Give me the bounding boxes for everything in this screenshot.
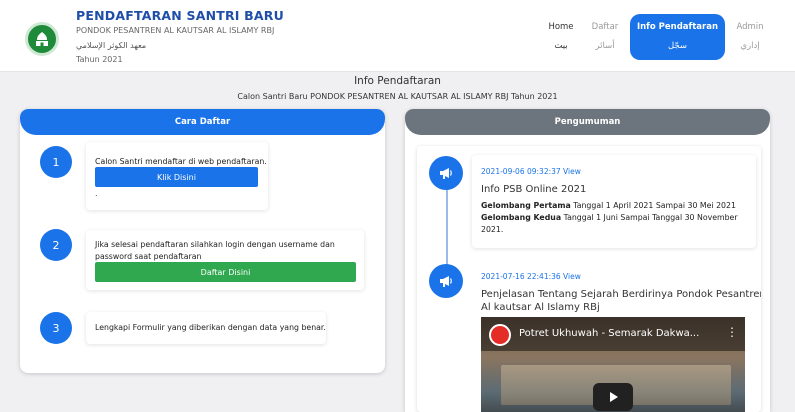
klik-disini-button[interactable]: Klik Disini xyxy=(95,167,258,187)
announcement-item: 2021-09-06 09:32:37 View Info PSB Online… xyxy=(472,155,756,248)
nav-home-arabic: بيت xyxy=(554,41,568,51)
nav-daftar-label: Daftar xyxy=(591,22,619,32)
site-year: Tahun 2021 xyxy=(76,55,123,64)
nav-info-pendaftaran[interactable]: Info Pendaftaran سجّل xyxy=(630,14,725,60)
announcement-1-line2-bold: Gelombang Kedua xyxy=(481,213,562,222)
announcement-2-title-line1: Penjelasan Tentang Sejarah Berdirinya Po… xyxy=(481,289,761,300)
announcement-1-line1-bold: Gelombang Pertama xyxy=(481,201,571,210)
announcement-timeline: 2021-09-06 09:32:37 View Info PSB Online… xyxy=(417,146,761,412)
site-header: PENDAFTARAN SANTRI BARU PONDOK PESANTREN… xyxy=(0,0,795,72)
site-title[interactable]: PENDAFTARAN SANTRI BARU xyxy=(76,8,284,23)
step-1-badge: 1 xyxy=(40,146,72,178)
video-title[interactable]: Potret Ukhuwah - Semarak Dakwa... xyxy=(519,328,699,339)
announcement-1-line2: Gelombang Kedua Tanggal 1 Juni Sampai Ta… xyxy=(481,212,738,224)
announcement-1-line1-rest: Tanggal 1 April 2021 Sampai 30 Mei 2021 xyxy=(570,201,736,210)
channel-logo-icon[interactable] xyxy=(489,324,511,346)
play-icon[interactable] xyxy=(593,383,633,411)
announcement-2-meta[interactable]: 2021-07-16 22:41:36 View xyxy=(481,272,581,281)
youtube-video-embed[interactable]: Potret Ukhuwah - Semarak Dakwa... ⋮ xyxy=(481,317,745,412)
step-2-text-line1: Jika selesai pendaftaran silahkan login … xyxy=(95,240,335,249)
page-title: Info Pendaftaran xyxy=(354,75,441,87)
cara-daftar-header: Cara Daftar xyxy=(20,109,385,135)
step-2-badge: 2 xyxy=(40,229,72,261)
nav-info-arabic: سجّل xyxy=(667,41,688,51)
mosque-logo-icon[interactable] xyxy=(25,22,59,56)
pengumuman-header: Pengumuman xyxy=(405,109,770,135)
step-3-badge: 3 xyxy=(40,312,72,344)
site-arabic-name: معهد الكوثر الإسلامي xyxy=(76,41,147,50)
nav-admin-arabic: إداري xyxy=(740,41,760,51)
page-subtitle: Calon Santri Baru PONDOK PESANTREN AL KA… xyxy=(237,92,558,101)
nav-daftar-arabic: أسائر xyxy=(595,41,615,51)
announcement-1-title: Info PSB Online 2021 xyxy=(481,184,587,195)
announcement-1-line2-rest: Tanggal 1 Juni Sampai Tanggal 30 Novembe… xyxy=(561,213,738,222)
daftar-disini-button[interactable]: Daftar Disini xyxy=(95,262,356,282)
announcement-1-meta[interactable]: 2021-09-06 09:32:37 View xyxy=(481,167,581,176)
announcement-1-line3: 2021. xyxy=(481,225,504,234)
nav-admin[interactable]: Admin إداري xyxy=(730,14,770,60)
megaphone-icon xyxy=(429,264,463,298)
step-3-text: Lengkapi Formulir yang diberikan dengan … xyxy=(95,323,326,332)
site-subtitle: PONDOK PESANTREN AL KAUTSAR AL ISLAMY RB… xyxy=(76,26,275,35)
announcement-1-line1: Gelombang Pertama Tanggal 1 April 2021 S… xyxy=(481,200,736,212)
nav-home[interactable]: Home بيت xyxy=(541,14,581,60)
nav-home-label: Home xyxy=(548,22,574,32)
megaphone-icon xyxy=(429,156,463,190)
nav-info-label: Info Pendaftaran xyxy=(636,22,719,32)
announcement-2-title-line2: Al kautsar Al Islamy RBj xyxy=(481,302,600,313)
announcement-item: 2021-07-16 22:41:36 View Penjelasan Tent… xyxy=(472,261,761,412)
cara-daftar-card: Cara Daftar 1 Calon Santri mendaftar di … xyxy=(20,109,385,373)
step-1-dot: . xyxy=(95,189,98,198)
nav-admin-label: Admin xyxy=(736,22,764,32)
step-1-text: Calon Santri mendaftar di web pendaftara… xyxy=(95,157,267,166)
step-2-text-line2: password saat pendaftaran xyxy=(95,252,202,261)
pengumuman-card: Pengumuman 2021-09-06 09:32:37 View Info… xyxy=(405,109,770,412)
more-vert-icon[interactable]: ⋮ xyxy=(726,326,738,338)
nav-daftar[interactable]: Daftar أسائر xyxy=(586,14,624,60)
